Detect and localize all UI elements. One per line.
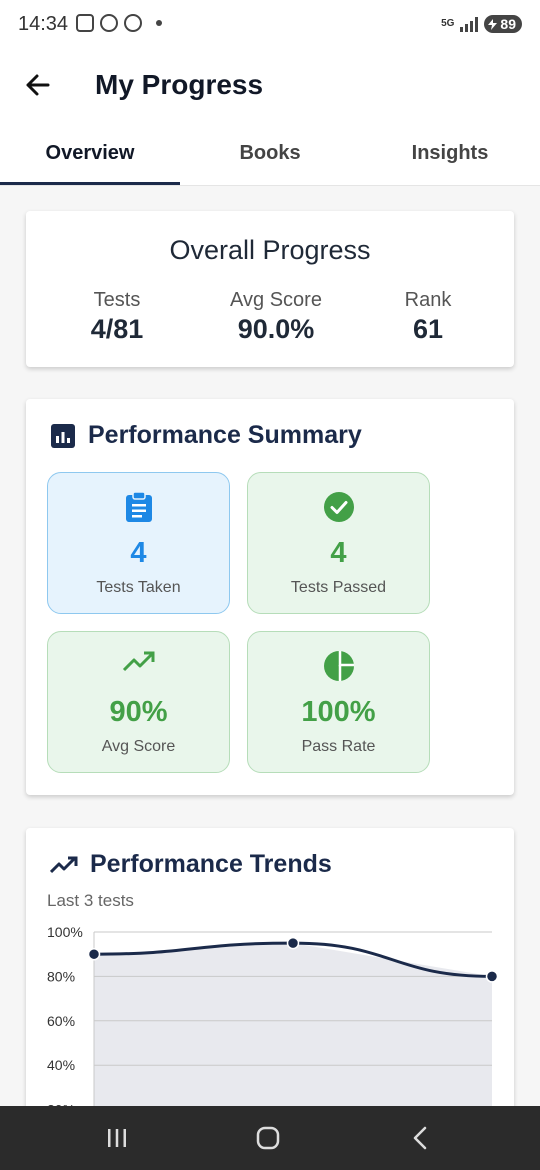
check-circle-icon [323, 492, 354, 522]
status-bar: 14:34 5G 89 [0, 0, 540, 52]
chart-data-point[interactable] [87, 947, 101, 961]
network-type: 5G [441, 18, 455, 29]
notification-icons [76, 14, 162, 32]
pie-chart-icon [323, 651, 354, 681]
chart-subtitle: Last 3 tests [47, 891, 134, 910]
back-button[interactable] [20, 67, 56, 103]
recents-button[interactable] [97, 1124, 137, 1152]
tab-bar: Overview Books Insights [0, 122, 540, 186]
chart-y-tick-label: 60% [47, 1013, 75, 1029]
back-chevron-icon [413, 1126, 427, 1150]
section-title: Performance Trends [90, 850, 332, 878]
chart-y-tick-label: 40% [47, 1057, 75, 1073]
stat-value: 4/81 [90, 314, 144, 344]
trending-up-icon [122, 651, 154, 672]
status-time: 14:34 [18, 13, 69, 35]
performance-summary-card: Performance Summary 4 Tests Taken 4 Test… [26, 399, 514, 795]
home-icon [256, 1126, 280, 1150]
tile-tests-passed[interactable]: 4 Tests Passed [247, 472, 430, 614]
scan-icon [76, 14, 94, 32]
nav-back-button[interactable] [400, 1124, 440, 1152]
chart-data-point[interactable] [485, 970, 499, 983]
stat-rank: Rank 61 [353, 289, 503, 345]
tile-label: Avg Score [101, 738, 176, 755]
tile-value: 4 [130, 537, 147, 569]
messenger-icon [124, 14, 142, 32]
app-bar: My Progress [0, 52, 540, 122]
page-title: My Progress [95, 69, 264, 100]
system-icons: 5G 89 [441, 15, 522, 33]
battery-level: 89 [500, 16, 516, 32]
tile-value: 4 [330, 537, 347, 569]
tile-label: Tests Passed [290, 579, 387, 596]
section-header: Performance Trends [50, 850, 332, 879]
overall-progress-card: Overall Progress Tests 4/81 Avg Score 90… [26, 211, 514, 367]
chart-y-tick-label: 80% [47, 968, 75, 984]
stat-tests: Tests 4/81 [42, 289, 192, 345]
section-title: Performance Summary [88, 421, 362, 449]
stat-label: Avg Score [230, 289, 322, 311]
tab-insights[interactable]: Insights [360, 122, 540, 186]
chart-y-tick-label: 100% [47, 924, 83, 940]
clipboard-icon [125, 491, 152, 522]
tile-pass-rate[interactable]: 100% Pass Rate [247, 631, 430, 773]
recents-icon [108, 1129, 126, 1147]
tab-overview[interactable]: Overview [0, 122, 180, 186]
section-header: Performance Summary [50, 421, 362, 450]
tile-label: Tests Taken [96, 579, 181, 596]
trending-up-icon [50, 856, 78, 873]
tile-value: 90% [109, 696, 168, 728]
system-nav-bar [0, 1106, 540, 1170]
tab-divider [0, 185, 540, 186]
chart-data-point[interactable] [286, 936, 300, 950]
tab-books[interactable]: Books [180, 122, 360, 186]
stat-avg-score: Avg Score 90.0% [201, 289, 351, 345]
whatsapp-icon [100, 14, 118, 32]
tile-tests-taken[interactable]: 4 Tests Taken [47, 472, 230, 614]
tile-avg-score[interactable]: 90% Avg Score [47, 631, 230, 773]
signal-icon [460, 16, 479, 32]
bar-chart-icon [51, 423, 75, 448]
stat-label: Rank [404, 289, 452, 311]
arrow-left-icon [26, 74, 50, 96]
overall-progress-title: Overall Progress [169, 235, 371, 265]
tile-label: Pass Rate [301, 738, 376, 755]
stat-value: 61 [412, 314, 444, 344]
stat-value: 90.0% [237, 314, 315, 344]
stat-label: Tests [93, 289, 141, 311]
battery-icon: 89 [484, 15, 522, 33]
tile-value: 100% [301, 696, 376, 728]
more-notifications-icon [156, 20, 162, 26]
home-button[interactable] [248, 1124, 288, 1152]
